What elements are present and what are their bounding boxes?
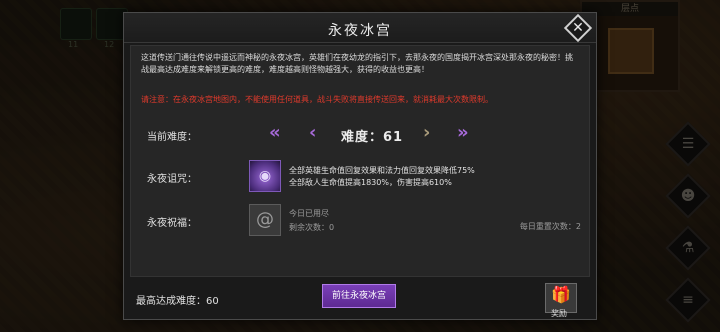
difficulty-min-button[interactable]: «: [269, 122, 281, 143]
blessing-status: 今日已用尽: [289, 209, 329, 218]
highest-difficulty: 最高达成难度：60: [136, 296, 219, 307]
curse-effect-line: 全部英雄生命值回复效果和法力值回复效果降低75%: [289, 166, 475, 175]
blessing-label: 永夜祝福：: [147, 218, 197, 229]
curse-effect-line: 全部敌人生命值提高1830%，伤害提高610%: [289, 178, 452, 187]
blessing-remaining: 剩余次数：0: [289, 223, 335, 232]
reward-label: 奖励: [551, 309, 567, 318]
curse-effects: 全部英雄生命值回复效果和法力值回复效果降低75% 全部敌人生命值提高1830%，…: [289, 165, 475, 189]
gift-icon: 🎁: [551, 285, 571, 304]
blessing-info: 今日已用尽 剩余次数：0: [289, 207, 334, 235]
difficulty-decrease-button[interactable]: ‹: [309, 122, 316, 143]
dialog-header: 永夜冰宫 ✕: [124, 13, 596, 43]
description-text: 这道传送门通往传说中遥远而神秘的永夜冰宫，英雄们在夜幼龙的指引下，去那永夜的国度…: [141, 53, 573, 74]
difficulty-max-button[interactable]: »: [457, 122, 469, 143]
difficulty-label: 当前难度：: [147, 132, 197, 143]
warning-text: 请注意：在永夜冰宫地图内，不能使用任何道具，战斗失败将直接传送回来，就消耗最大次…: [141, 95, 493, 104]
dialog-title: 永夜冰宫: [328, 23, 392, 39]
dialog-body: 这道传送门通往传说中遥远而神秘的永夜冰宫，英雄们在夜幼龙的指引下，去那永夜的国度…: [130, 45, 590, 277]
daily-reset-count: 每日重置次数：2: [519, 222, 581, 231]
difficulty-value: 难度：61: [341, 130, 404, 145]
difficulty-increase-button[interactable]: ›: [423, 122, 430, 143]
vortex-icon[interactable]: @: [249, 204, 281, 236]
curse-icon: ◉: [249, 160, 281, 192]
eternal-night-palace-dialog: 永夜冰宫 ✕ 这道传送门通往传说中遥远而神秘的永夜冰宫，英雄们在夜幼龙的指引下，…: [123, 12, 597, 320]
close-icon: ✕: [572, 20, 584, 36]
curse-label: 永夜诅咒：: [147, 174, 197, 185]
enter-palace-button[interactable]: 前往永夜冰宫: [322, 284, 396, 308]
